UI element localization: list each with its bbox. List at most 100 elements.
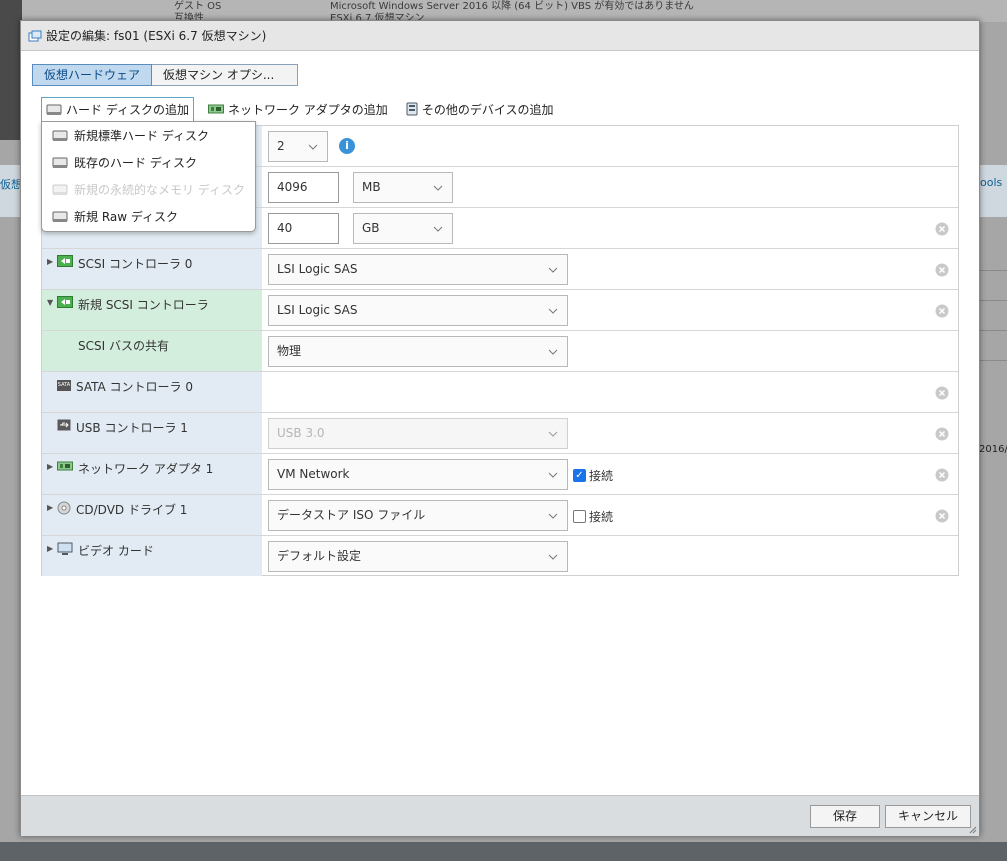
chevron-down-icon — [548, 472, 558, 478]
remove-icon[interactable] — [935, 263, 949, 277]
usb-type-select: USB 3.0 — [268, 418, 568, 449]
usb-icon — [57, 419, 71, 431]
menu-item-new-persistent-memory-disk: 新規の永続的なメモリ ディスク — [42, 176, 255, 203]
new-scsi-controller-row: ▼ 新規 SCSI コントローラ LSI Logic SAS — [42, 290, 958, 331]
dialog-footer: 保存 キャンセル — [21, 795, 979, 836]
background-left-tab: 仮想 — [0, 178, 22, 191]
scsi-controller-0-type-value: LSI Logic SAS — [277, 262, 358, 276]
expand-arrow-icon[interactable]: ▶ — [47, 542, 57, 556]
menu-item-existing-disk[interactable]: 既存のハード ディスク — [42, 149, 255, 176]
network-connect-checkbox[interactable]: ✓ 接続 — [573, 467, 613, 484]
remove-icon[interactable] — [935, 222, 949, 236]
cd-dvd-source-value: データストア ISO ファイル — [277, 508, 426, 522]
hard-disk-icon — [52, 211, 68, 222]
menu-item-new-standard-disk[interactable]: 新規標準ハード ディスク — [42, 122, 255, 149]
expand-arrow-icon[interactable]: ▶ — [47, 255, 57, 269]
cpu-count-select[interactable]: 2 — [268, 131, 328, 162]
cd-dvd-label: CD/DVD ドライブ 1 — [76, 503, 188, 517]
remove-icon[interactable] — [935, 386, 949, 400]
background-right-panel — [980, 165, 1007, 217]
menu-item-label: 新規 Raw ディスク — [74, 210, 179, 224]
scsi-controller-icon — [57, 255, 73, 267]
menu-item-label: 新規の永続的なメモリ ディスク — [74, 183, 245, 197]
video-card-row: ▶ ビデオ カード デフォルト設定 — [42, 536, 958, 577]
menu-item-label: 新規標準ハード ディスク — [74, 129, 209, 143]
sata-controller-label-cell: SATA SATA コントローラ 0 — [42, 372, 262, 412]
background-console-thumbnail — [0, 0, 22, 140]
cd-dvd-source-select[interactable]: データストア ISO ファイル — [268, 500, 568, 531]
cpu-count-value: 2 — [277, 139, 285, 153]
video-settings-select[interactable]: デフォルト設定 — [268, 541, 568, 572]
chevron-down-icon — [548, 308, 558, 314]
tab-virtual-hardware[interactable]: 仮想ハードウェア — [32, 64, 153, 86]
network-adapter-row: ▶ ネットワーク アダプタ 1 VM Network ✓ 接続 — [42, 454, 958, 495]
new-scsi-controller-type-select[interactable]: LSI Logic SAS — [268, 295, 568, 326]
expand-arrow-icon[interactable]: ▶ — [47, 460, 57, 474]
memory-size-input[interactable]: 4096 — [268, 172, 339, 203]
background-right-tab: ools — [980, 176, 1003, 189]
add-network-adapter-button[interactable]: ネットワーク アダプタの追加 — [204, 97, 392, 121]
disk-unit-value: GB — [362, 221, 380, 235]
usb-controller-label: USB コントローラ 1 — [76, 421, 188, 435]
remove-icon[interactable] — [935, 427, 949, 441]
add-hard-disk-label: ハード ディスクの追加 — [66, 103, 189, 117]
resize-grip-icon[interactable] — [969, 826, 977, 834]
sata-icon: SATA — [57, 380, 71, 391]
info-icon[interactable]: i — [339, 138, 355, 154]
checkmark-icon: ✓ — [573, 469, 586, 482]
add-hard-disk-menu: 新規標準ハード ディスク 既存のハード ディスク 新規の永続的なメモリ ディスク… — [41, 121, 256, 232]
disk-size-input[interactable]: 40 — [268, 213, 339, 244]
memory-unit-select[interactable]: MB — [353, 172, 453, 203]
network-value: VM Network — [277, 467, 350, 481]
cancel-button[interactable]: キャンセル — [885, 805, 971, 828]
new-scsi-controller-label-cell: ▼ 新規 SCSI コントローラ — [42, 290, 262, 330]
background-divider — [980, 360, 1007, 361]
chevron-down-icon — [548, 554, 558, 560]
remove-icon[interactable] — [935, 304, 949, 318]
vm-icon — [28, 30, 42, 41]
chevron-down-icon — [308, 144, 318, 150]
video-card-label-cell: ▶ ビデオ カード — [42, 536, 262, 576]
background-divider — [980, 300, 1007, 301]
network-connect-label: 接続 — [589, 469, 614, 483]
menu-item-label: 既存のハード ディスク — [74, 156, 197, 170]
network-select[interactable]: VM Network — [268, 459, 568, 490]
menu-item-new-raw-disk[interactable]: 新規 Raw ディスク — [42, 203, 255, 230]
scsi-bus-sharing-select[interactable]: 物理 — [268, 336, 568, 367]
add-other-device-button[interactable]: その他のデバイスの追加 — [402, 97, 558, 121]
add-hard-disk-button[interactable]: ハード ディスクの追加 — [41, 97, 194, 121]
monitor-icon — [57, 542, 73, 555]
background-divider — [980, 330, 1007, 331]
remove-icon[interactable] — [935, 509, 949, 523]
chevron-down-icon — [548, 513, 558, 519]
add-network-adapter-label: ネットワーク アダプタの追加 — [227, 102, 388, 117]
hard-disk-icon — [46, 104, 62, 115]
usb-controller-row: USB コントローラ 1 USB 3.0 — [42, 413, 958, 454]
disk-unit-select[interactable]: GB — [353, 213, 453, 244]
chevron-down-icon — [433, 185, 443, 191]
background-divider — [980, 270, 1007, 271]
dialog-tabs: 仮想ハードウェア 仮想マシン オプシ... — [32, 64, 299, 86]
cd-dvd-connect-checkbox[interactable]: 接続 — [573, 508, 613, 525]
hard-disk-icon — [52, 157, 68, 168]
device-icon — [406, 102, 418, 116]
scsi-controller-0-row: ▶ SCSI コントローラ 0 LSI Logic SAS — [42, 249, 958, 290]
edit-settings-dialog: 設定の編集: fs01 (ESXi 6.7 仮想マシン) 仮想ハードウェア 仮想… — [20, 20, 980, 836]
usb-controller-label-cell: USB コントローラ 1 — [42, 413, 262, 453]
network-adapter-label-cell: ▶ ネットワーク アダプタ 1 — [42, 454, 262, 494]
scsi-bus-sharing-row: SCSI バスの共有 物理 — [42, 331, 958, 372]
network-adapter-label: ネットワーク アダプタ 1 — [78, 462, 214, 476]
chevron-down-icon — [433, 226, 443, 232]
scsi-controller-0-type-select[interactable]: LSI Logic SAS — [268, 254, 568, 285]
remove-icon[interactable] — [935, 468, 949, 482]
save-button[interactable]: 保存 — [810, 805, 880, 828]
network-adapter-icon — [207, 104, 224, 114]
usb-type-value: USB 3.0 — [277, 426, 325, 440]
chevron-down-icon — [548, 267, 558, 273]
expand-arrow-icon[interactable]: ▶ — [47, 501, 57, 515]
tab-vm-options[interactable]: 仮想マシン オプシ... — [152, 64, 299, 86]
dialog-titlebar[interactable]: 設定の編集: fs01 (ESXi 6.7 仮想マシン) — [21, 21, 979, 51]
new-scsi-controller-label: 新規 SCSI コントローラ — [78, 298, 209, 312]
collapse-arrow-icon[interactable]: ▼ — [47, 296, 57, 310]
cd-dvd-connect-label: 接続 — [589, 510, 614, 524]
